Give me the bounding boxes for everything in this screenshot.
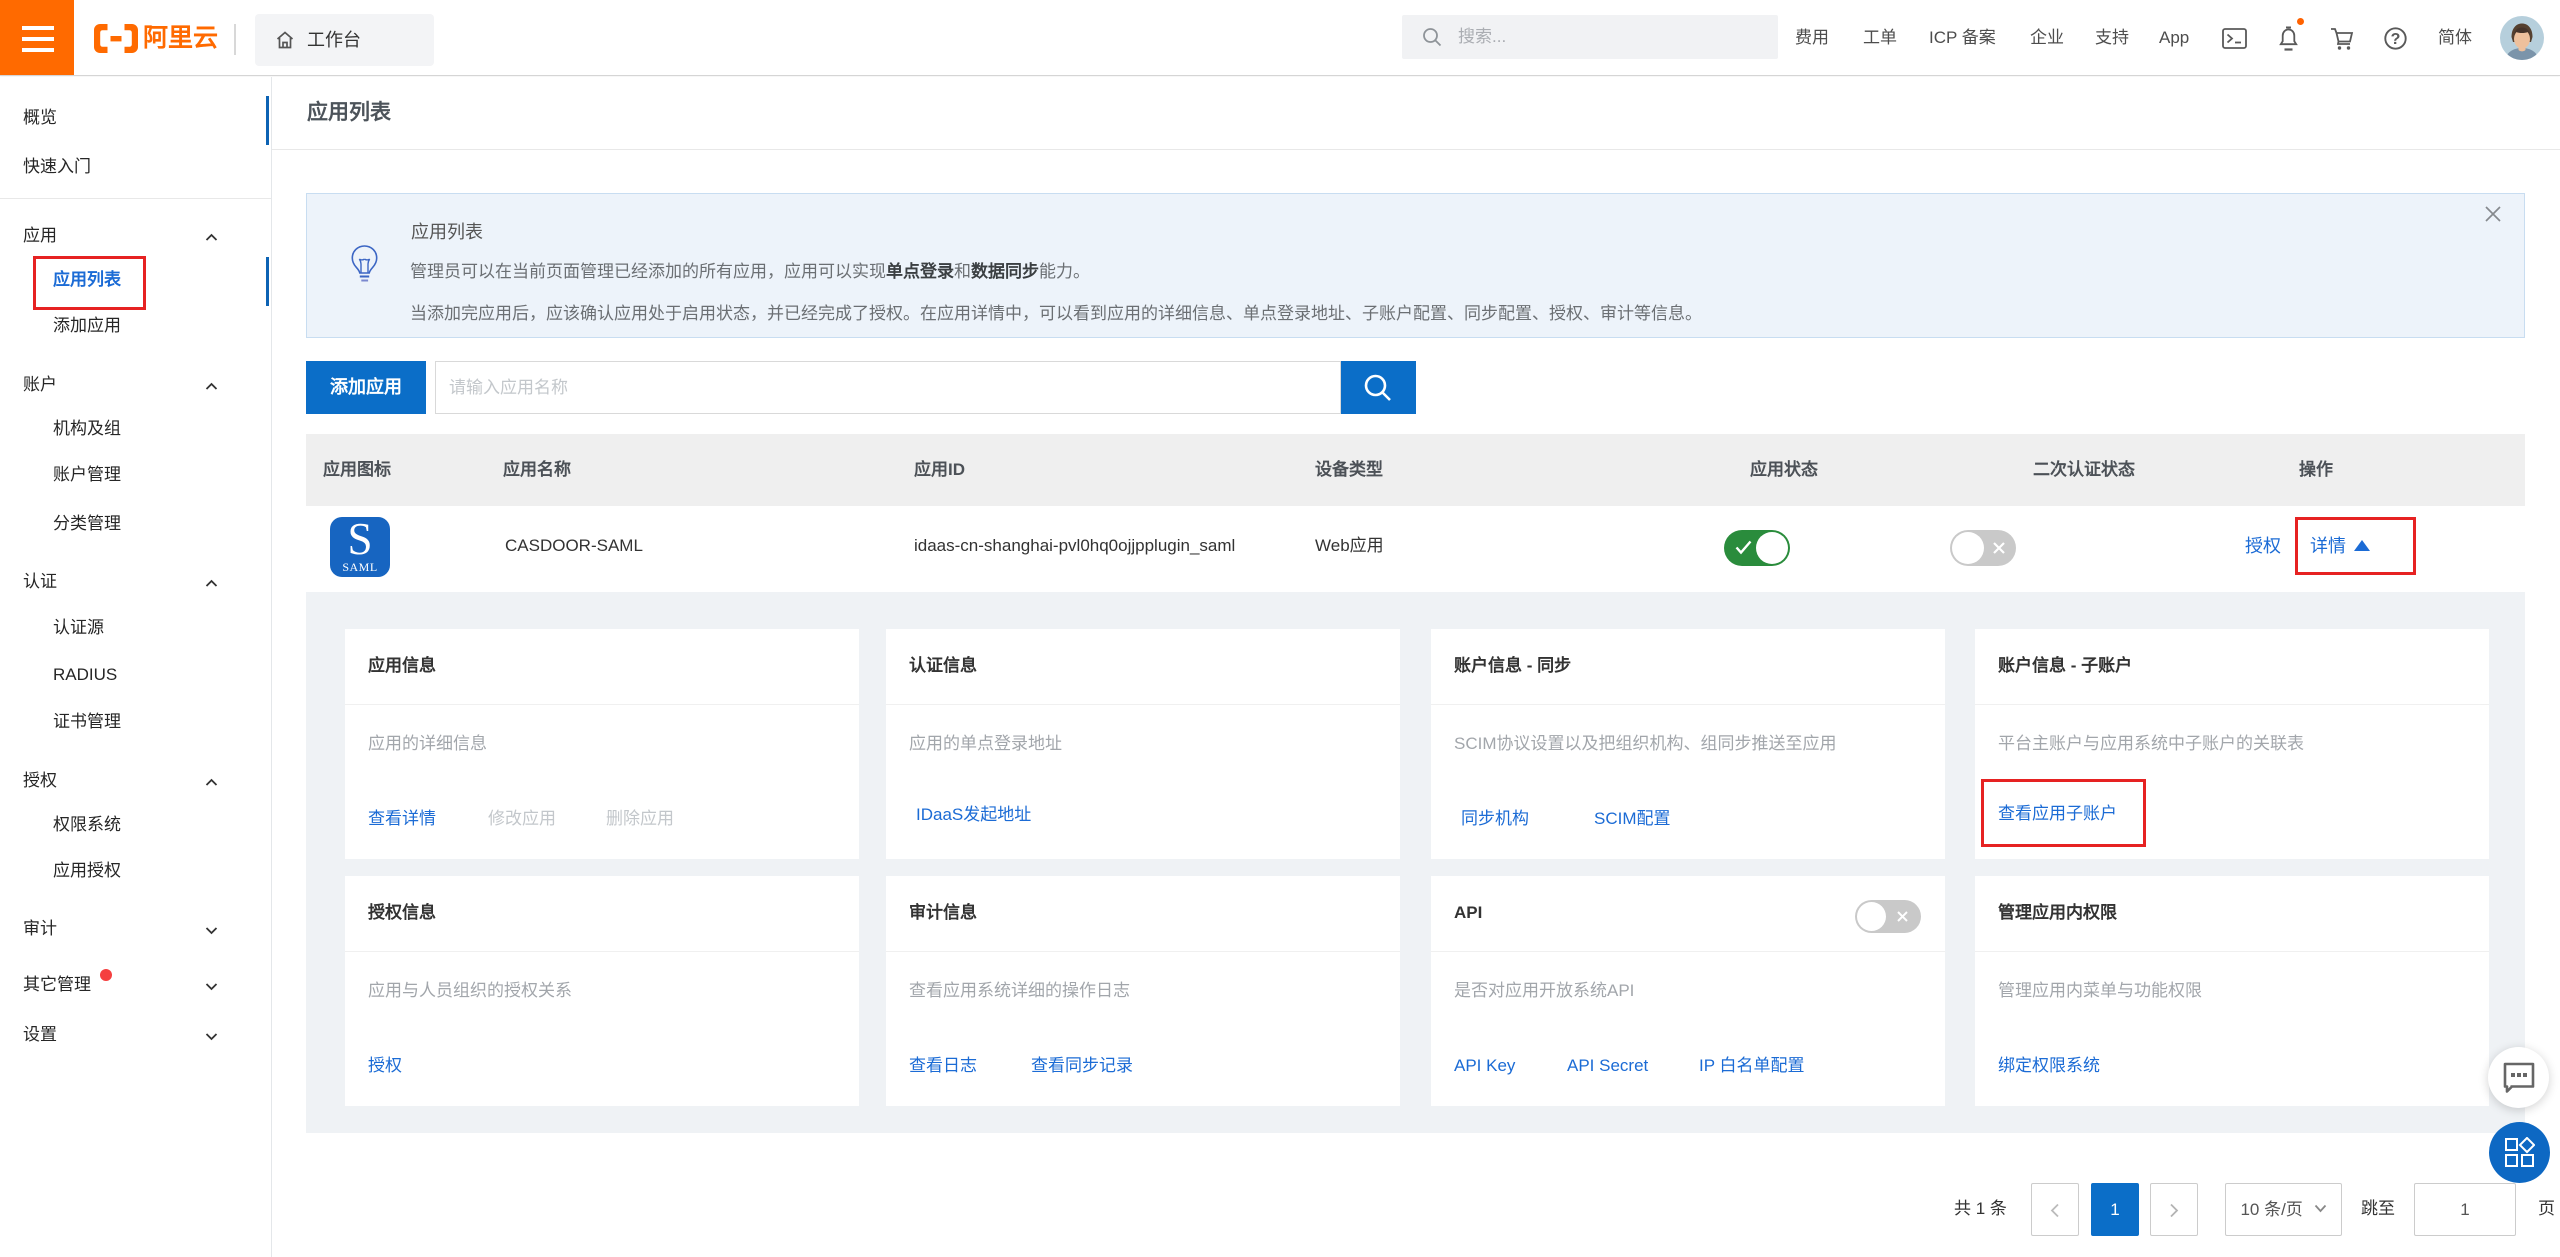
svg-text:?: ? (2391, 31, 2401, 48)
